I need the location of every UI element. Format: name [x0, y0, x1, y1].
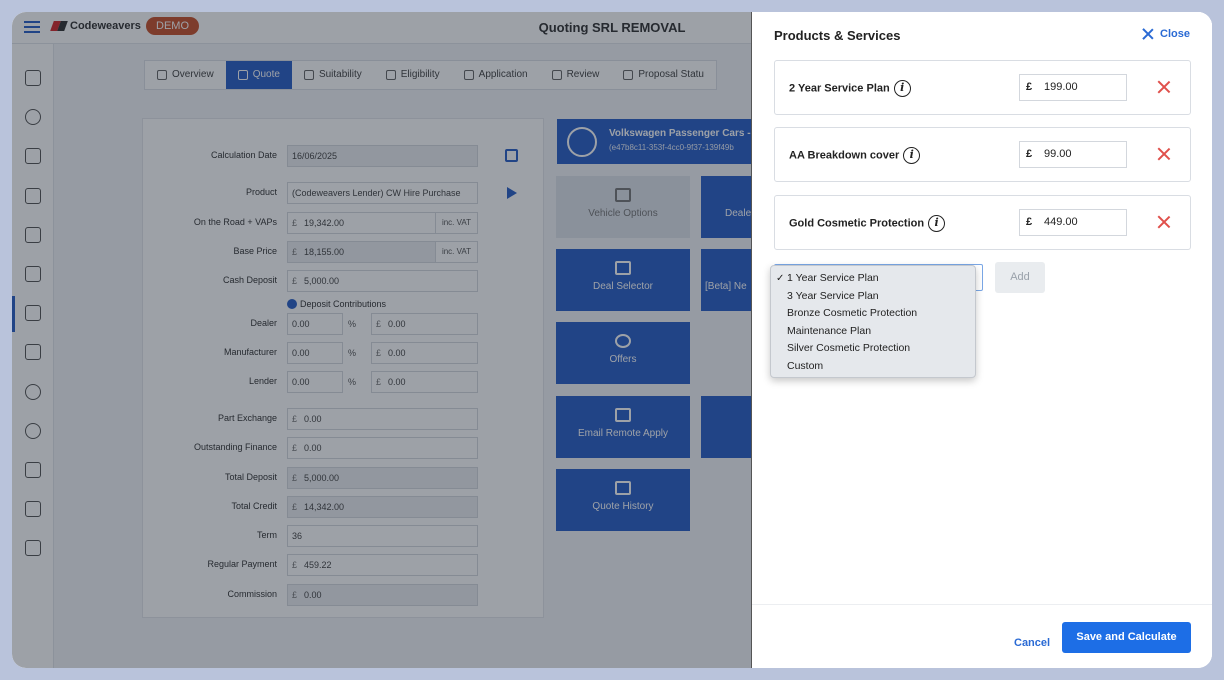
product-card: 2 Year Service Plan i £199.00	[774, 60, 1191, 115]
product-price-input[interactable]: £199.00	[1019, 74, 1127, 101]
save-and-calculate-button[interactable]: Save and Calculate	[1062, 622, 1191, 653]
close-label: Close	[1160, 28, 1190, 40]
dropdown-option[interactable]: 1 Year Service Plan	[771, 270, 975, 288]
product-name: 2 Year Service Plan	[789, 82, 890, 95]
currency-symbol: £	[1026, 148, 1033, 160]
product-price-input[interactable]: £449.00	[1019, 209, 1127, 236]
product-name-row: AA Breakdown cover i	[789, 147, 921, 164]
drawer-footer: Cancel Save and Calculate	[752, 604, 1212, 668]
remove-icon[interactable]	[1157, 215, 1171, 229]
dropdown-option[interactable]: Maintenance Plan	[771, 323, 975, 341]
currency-symbol: £	[1026, 81, 1033, 93]
modal-backdrop[interactable]	[12, 12, 751, 668]
drawer-title: Products & Services	[774, 28, 901, 43]
remove-icon[interactable]	[1157, 80, 1171, 94]
close-button[interactable]: Close	[1142, 28, 1190, 40]
product-price: 199.00	[1044, 81, 1078, 93]
currency-symbol: £	[1026, 216, 1033, 228]
product-price-input[interactable]: £99.00	[1019, 141, 1127, 168]
product-name: Gold Cosmetic Protection	[789, 217, 925, 230]
product-price: 99.00	[1044, 148, 1072, 160]
info-icon[interactable]: i	[893, 80, 911, 97]
dropdown-option[interactable]: Silver Cosmetic Protection	[771, 340, 975, 358]
dropdown-option[interactable]: Custom	[771, 358, 975, 376]
cancel-button[interactable]: Cancel	[1014, 637, 1050, 649]
product-card: Gold Cosmetic Protection i £449.00	[774, 195, 1191, 250]
products-services-drawer: Products & Services Close 2 Year Service…	[751, 12, 1212, 668]
product-dropdown-menu: 1 Year Service Plan 3 Year Service Plan …	[770, 265, 976, 378]
info-icon[interactable]: i	[903, 147, 921, 164]
product-name-row: 2 Year Service Plan i	[789, 80, 911, 97]
product-name-row: Gold Cosmetic Protection i	[789, 215, 946, 232]
dropdown-option[interactable]: 3 Year Service Plan	[771, 288, 975, 306]
product-card: AA Breakdown cover i £99.00	[774, 127, 1191, 182]
add-button[interactable]: Add	[995, 262, 1045, 293]
product-name: AA Breakdown cover	[789, 149, 900, 162]
dropdown-option[interactable]: Bronze Cosmetic Protection	[771, 305, 975, 323]
app-window: Codeweavers DEMO Quoting SRL REMOVAL Ove…	[12, 12, 1212, 668]
product-price: 449.00	[1044, 216, 1078, 228]
close-icon	[1142, 28, 1154, 40]
remove-icon[interactable]	[1157, 147, 1171, 161]
info-icon[interactable]: i	[928, 215, 946, 232]
